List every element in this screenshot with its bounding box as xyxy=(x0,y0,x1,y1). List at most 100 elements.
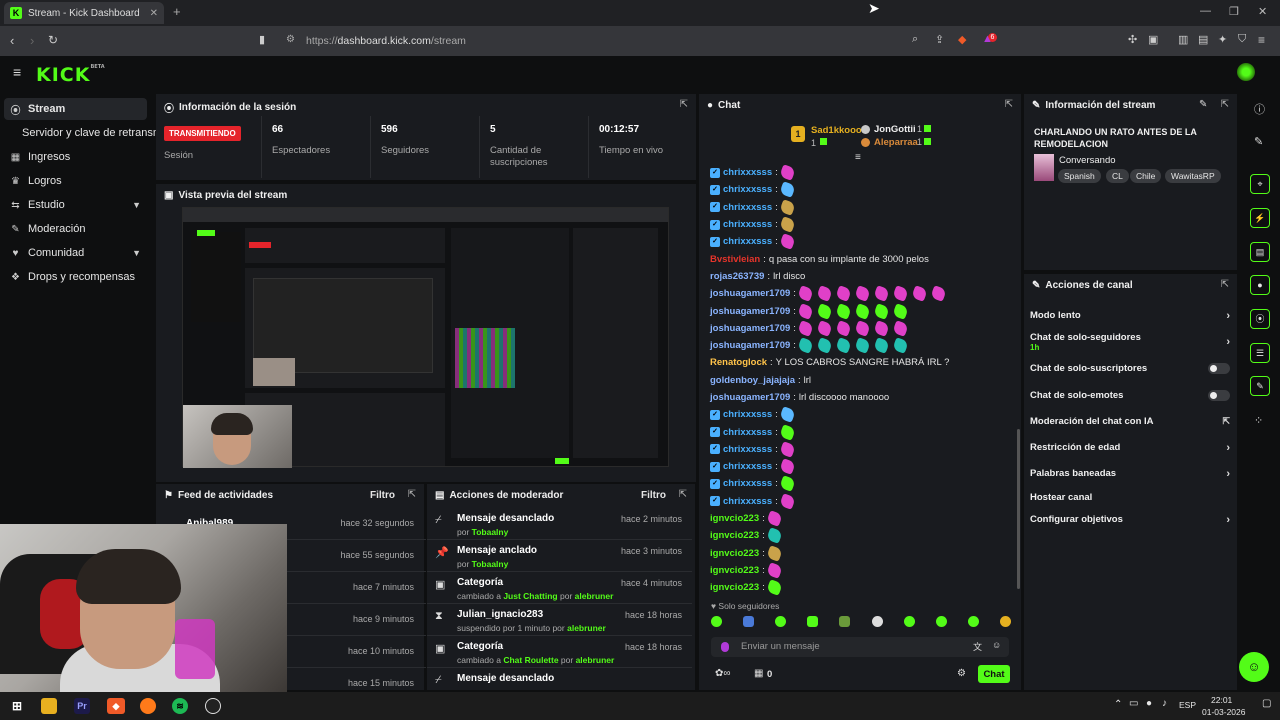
vpn-icon[interactable]: ⛉ xyxy=(1238,33,1246,46)
obs-icon[interactable] xyxy=(205,698,221,714)
rail-wrench-icon[interactable]: ✎ xyxy=(1250,376,1270,396)
chat-username[interactable]: chrixxxsss xyxy=(723,167,772,178)
chat-username[interactable]: chrixxxsss xyxy=(723,427,772,438)
edit-layout-icon[interactable]: ✎ xyxy=(1254,135,1263,148)
panel-icon[interactable]: ▥ xyxy=(1178,33,1188,46)
mod-action-row[interactable]: ▣ Categoría cambiado a Just Chatting por… xyxy=(427,572,692,604)
action-set-goals[interactable]: Configurar objetivos › xyxy=(1030,514,1230,526)
popout-icon[interactable]: ⇱ xyxy=(408,489,416,500)
brave-browser-icon[interactable]: ◆ xyxy=(107,698,125,714)
toggle-switch[interactable] xyxy=(1208,363,1230,374)
sidebar-item-server-key[interactable]: Servidor y clave de retransmisión xyxy=(4,122,156,144)
ai-mod-icon[interactable]: ✿∞ xyxy=(715,668,731,679)
user-avatar[interactable] xyxy=(1237,63,1255,81)
chat-username[interactable]: joshuagamer1709 xyxy=(710,306,790,317)
chat-username[interactable]: chrixxxsss xyxy=(723,478,772,489)
clock-time[interactable]: 22:01 xyxy=(1211,695,1232,705)
emote-icon[interactable] xyxy=(903,616,915,627)
emote-icon[interactable] xyxy=(839,616,851,627)
brave-shield-icon[interactable]: ◆ xyxy=(958,33,966,46)
emote-icon[interactable] xyxy=(999,616,1011,627)
keyboard-language[interactable]: ESP xyxy=(1179,700,1196,710)
chat-username[interactable]: chrixxxsss xyxy=(723,202,772,213)
chat-username[interactable]: joshuagamer1709 xyxy=(710,288,790,299)
maximize-icon[interactable]: ❐ xyxy=(1229,5,1239,18)
rewards-icon[interactable]: ▲ xyxy=(982,33,993,45)
action-subs-only[interactable]: Chat de solo-suscriptores xyxy=(1030,363,1230,374)
tray-mic-icon[interactable]: ● xyxy=(1146,698,1152,709)
chat-username[interactable]: chrixxxsss xyxy=(723,496,772,507)
hamburger-menu-icon[interactable]: ≡ xyxy=(13,64,21,80)
sidebar-item-logros[interactable]: ♛ Logros xyxy=(4,170,147,192)
category-name[interactable]: Chat Roulette xyxy=(503,655,558,665)
share-icon[interactable]: ⇪ xyxy=(935,33,944,46)
tag-chip[interactable]: WawitasRP xyxy=(1165,169,1221,183)
chat-username[interactable]: chrixxxsss xyxy=(723,409,772,420)
top-gifter-name[interactable]: JonGottii xyxy=(874,124,916,135)
tray-volume-icon[interactable]: ♪ xyxy=(1162,698,1167,709)
chat-username[interactable]: ignvcio223 xyxy=(710,513,759,524)
emote-icon[interactable] xyxy=(807,616,819,627)
popout-icon[interactable]: ⇱ xyxy=(1221,99,1229,110)
tray-up-icon[interactable]: ⌃ xyxy=(1114,699,1122,710)
rail-document-icon[interactable]: ▤ xyxy=(1250,242,1270,262)
chat-settings-icon[interactable]: ⚙ xyxy=(957,668,966,679)
action-followers-only[interactable]: Chat de solo-seguidores 1h › xyxy=(1030,332,1230,352)
info-icon[interactable]: ⓘ xyxy=(1254,101,1265,117)
back-icon[interactable]: ‹ xyxy=(10,33,14,48)
chat-scrollbar[interactable] xyxy=(1017,429,1020,589)
chat-username[interactable]: chrixxxsss xyxy=(723,444,772,455)
close-window-icon[interactable]: ✕ xyxy=(1258,5,1267,18)
emote-icon[interactable] xyxy=(871,616,883,627)
collapse-icon[interactable]: ≡ xyxy=(855,152,861,163)
chat-username[interactable]: Bvstivleian xyxy=(710,254,760,265)
mod-action-row[interactable]: ▣ Categoría cambiado a Chat Roulette por… xyxy=(427,636,692,668)
chat-username[interactable]: chrixxxsss xyxy=(723,461,772,472)
action-slow-mode[interactable]: Modo lento › xyxy=(1030,310,1230,322)
chat-username[interactable]: ignvcio223 xyxy=(710,548,759,559)
mod-action-row[interactable]: 📌 Mensaje anclado por Tobaalny hace 3 mi… xyxy=(427,540,692,572)
site-settings-icon[interactable]: ⚙ xyxy=(286,34,295,45)
menu-icon[interactable]: ≡ xyxy=(1258,33,1265,47)
url-field[interactable]: ⚙ https://dashboard.kick.com/stream xyxy=(278,30,998,52)
category-name[interactable]: Just Chatting xyxy=(503,591,557,601)
add-widget-icon[interactable]: ⁘ xyxy=(1254,414,1263,427)
moderator-name[interactable]: alebruner xyxy=(567,623,606,633)
emote-icon[interactable] xyxy=(711,616,722,627)
top-gifter-name[interactable]: Aleparraa xyxy=(874,137,918,148)
sidebar-item-moderacion[interactable]: ✎ Moderación xyxy=(4,218,147,240)
emoji-icon[interactable]: ☺ xyxy=(992,640,1001,650)
popout-icon[interactable]: ⇱ xyxy=(1221,279,1229,290)
sidebar-item-drops[interactable]: ❖ Drops y recompensas xyxy=(4,266,147,288)
sidebar-item-comunidad[interactable]: ♥ Comunidad ▼ xyxy=(4,242,147,264)
tag-chip[interactable]: Spanish xyxy=(1058,169,1101,183)
rail-list-icon[interactable]: ☰ xyxy=(1250,343,1270,363)
emote-icon[interactable] xyxy=(775,616,787,627)
mod-action-row[interactable]: ⌿ Mensaje desanclado por Tobaalny hace 2… xyxy=(427,508,692,540)
action-age-restriction[interactable]: Restricción de edad › xyxy=(1030,442,1230,454)
chat-username[interactable]: ignvcio223 xyxy=(710,565,759,576)
gift-box-icon[interactable]: ▦ xyxy=(754,668,763,679)
action-emotes-only[interactable]: Chat de solo-emotes xyxy=(1030,390,1230,401)
rail-broadcast-icon[interactable]: ⦿ xyxy=(1250,309,1270,329)
mod-action-row[interactable]: ⧗ Julian_ignacio283 suspendido por 1 min… xyxy=(427,604,692,636)
tray-display-icon[interactable]: ▭ xyxy=(1129,698,1138,709)
support-chat-button[interactable]: ☺ xyxy=(1239,652,1269,682)
category-name[interactable]: Conversando xyxy=(1059,155,1116,166)
forward-icon[interactable]: › xyxy=(30,33,34,48)
action-host-channel[interactable]: Hostear canal xyxy=(1030,492,1230,503)
close-tab-icon[interactable]: ✕ xyxy=(150,8,158,19)
rail-lightning-icon[interactable]: ⚡ xyxy=(1250,208,1270,228)
moderator-name[interactable]: Tobaalny xyxy=(472,559,509,569)
bookmark-icon[interactable]: ▮ xyxy=(259,33,265,46)
edit-icon[interactable]: ✎ xyxy=(1199,99,1207,110)
new-tab-icon[interactable]: + xyxy=(173,4,181,19)
moderator-name[interactable]: alebruner xyxy=(575,591,614,601)
toggle-switch[interactable] xyxy=(1208,390,1230,401)
rail-camera-icon[interactable]: ⌖ xyxy=(1250,174,1270,194)
extensions-icon[interactable]: ✣ xyxy=(1128,33,1137,46)
category-thumbnail[interactable] xyxy=(1034,154,1054,181)
moderator-name[interactable]: Tobaalny xyxy=(472,527,509,537)
windows-start-icon[interactable]: ⊞ xyxy=(9,698,25,714)
chat-username[interactable]: ignvcio223 xyxy=(710,582,759,593)
